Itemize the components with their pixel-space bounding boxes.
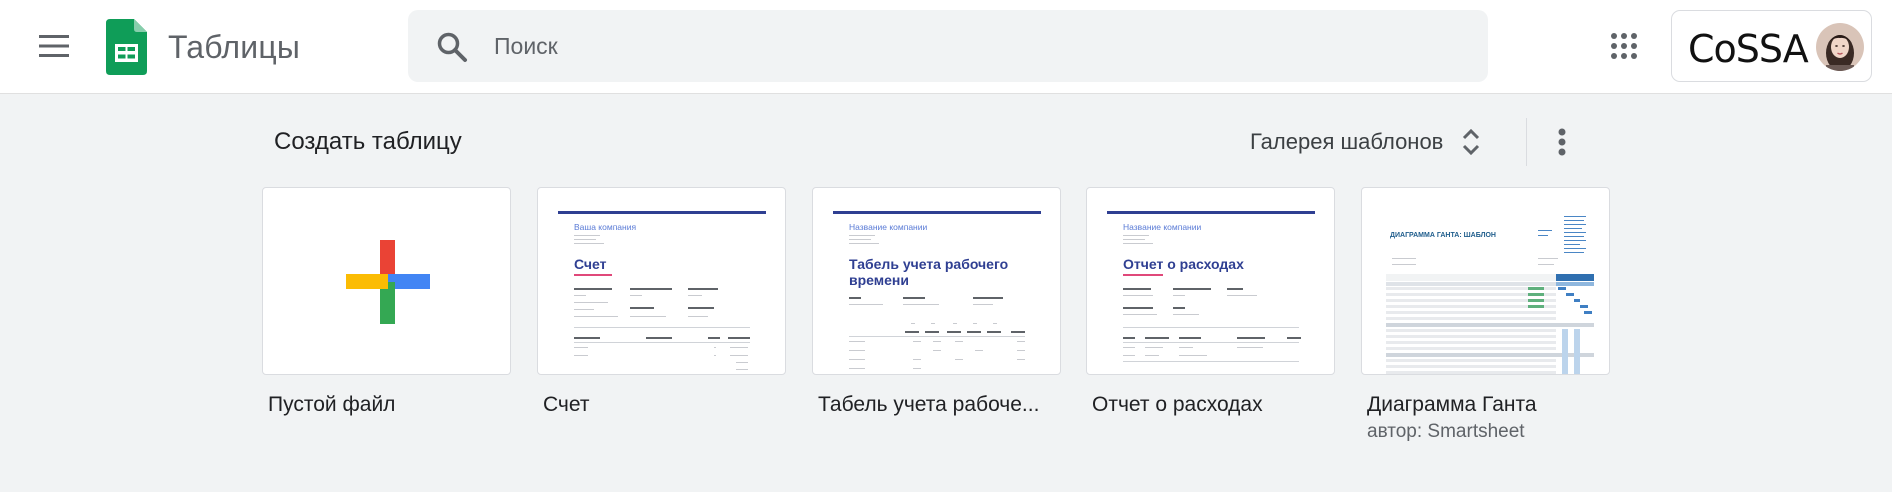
app-title[interactable]: Таблицы (168, 29, 300, 66)
template-thumbnail[interactable]: Название компании Отчет о расходах (1086, 187, 1335, 375)
section-title: Создать таблицу (274, 128, 462, 155)
template-name: Счет (543, 393, 590, 416)
search-input[interactable] (494, 26, 1454, 66)
thumb-company: Название компании (1123, 222, 1202, 232)
account-switcher[interactable]: CoSSA (1671, 10, 1872, 82)
template-author: автор: Smartsheet (1367, 421, 1525, 442)
template-blank[interactable]: Пустой файл (262, 187, 511, 416)
organization-logo: CoSSA (1688, 27, 1809, 71)
thumb-accent-bar (1107, 211, 1315, 214)
search-icon[interactable] (436, 31, 468, 63)
template-gantt-chart[interactable]: ДИАГРАММА ГАНТА: ШАБЛОН Диаграмма Ганта … (1361, 187, 1610, 442)
thumb-company: Название компании (849, 222, 928, 232)
search-bar[interactable] (408, 10, 1488, 82)
template-name: Диаграмма Ганта (1367, 393, 1537, 416)
template-gallery-button[interactable]: Галерея шаблонов (1250, 118, 1481, 166)
template-name: Пустой файл (268, 393, 396, 416)
more-options-button[interactable] (1538, 118, 1586, 166)
template-timesheet[interactable]: Название компании Табель учета рабочего … (812, 187, 1061, 416)
sheets-logo-icon[interactable] (106, 19, 147, 75)
hamburger-menu-icon (39, 35, 69, 57)
thumb-heading-line-2: времени (849, 272, 909, 288)
template-thumbnail[interactable]: ДИАГРАММА ГАНТА: ШАБЛОН (1361, 187, 1610, 375)
thumb-accent-bar (558, 211, 766, 214)
template-thumbnail[interactable]: Ваша компания Счет (537, 187, 786, 375)
template-name: Отчет о расходах (1092, 393, 1263, 416)
thumb-heading: ДИАГРАММА ГАНТА: ШАБЛОН (1390, 232, 1496, 239)
apps-grid-icon (1611, 33, 1637, 59)
template-name: Табель учета рабоче... (818, 393, 1040, 416)
more-vert-icon (1558, 128, 1566, 156)
thumb-company: Ваша компания (574, 222, 637, 232)
template-thumbnail[interactable]: Название компании Табель учета рабочего … (812, 187, 1061, 375)
thumb-heading: Счет (574, 256, 607, 272)
app-header: Таблицы CoSSA (0, 0, 1892, 94)
user-photo-icon (1816, 23, 1864, 71)
template-invoice[interactable]: Ваша компания Счет Счет (537, 187, 786, 416)
template-thumbnail[interactable] (262, 187, 511, 375)
google-apps-button[interactable] (1600, 22, 1648, 70)
avatar[interactable] (1816, 23, 1864, 71)
thumb-accent-bar (833, 211, 1041, 214)
thumb-heading: Отчет о расходах (1123, 256, 1244, 272)
template-gallery-label: Галерея шаблонов (1250, 129, 1444, 154)
gantt-preview-icon (1386, 274, 1594, 374)
main-menu-button[interactable] (30, 22, 78, 70)
divider (1526, 118, 1527, 166)
unfold-icon (1463, 128, 1480, 156)
template-expense-report[interactable]: Название компании Отчет о расходах Отчет… (1086, 187, 1335, 416)
thumb-heading-line-1: Табель учета рабочего (849, 256, 1009, 272)
plus-icon (346, 240, 430, 324)
